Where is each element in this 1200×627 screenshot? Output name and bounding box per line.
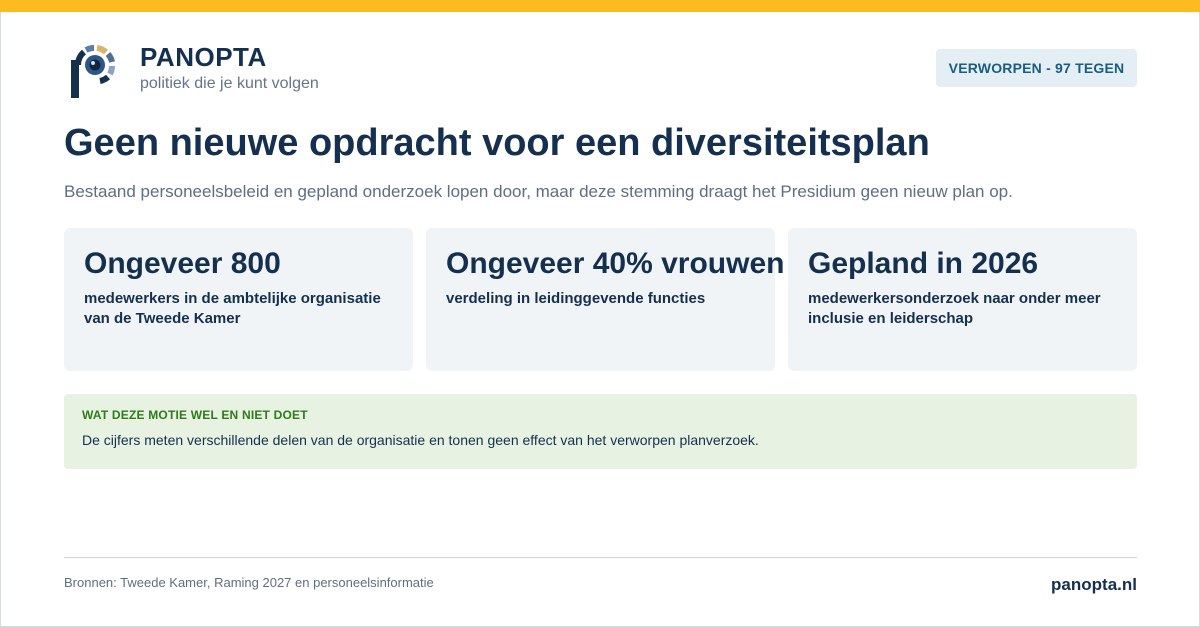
footer-divider [64,557,1137,558]
panopta-eye-logo-icon [71,45,115,98]
brand-tagline: politiek die je kunt volgen [140,75,319,92]
note-text: De cijfers meten verschillende delen van… [82,432,759,448]
stat-description: verdeling in leidinggevende functies [446,290,706,307]
stat-value: Ongeveer 40% vrouwen [446,247,785,280]
stat-value: Ongeveer 800 [84,247,281,280]
stat-description: medewerkers in de ambtelijke organisatie… [84,290,381,327]
footer-sources: Bronnen: Tweede Kamer, Raming 2027 en pe… [64,575,434,590]
stat-value: Gepland in 2026 [808,247,1039,280]
motion-note-box: WAT DEZE MOTIE WEL EN NIET DOET De cijfe… [64,394,1137,469]
page-subtitle: Bestaand personeelsbeleid en gepland ond… [64,182,1013,201]
stat-description: medewerkersonderzoek naar onder meer inc… [808,290,1101,327]
stat-card-women-leadership: Ongeveer 40% vrouwen verdeling in leidin… [426,228,784,371]
brand-name: PANOPTA [140,42,267,72]
stat-card-employees: Ongeveer 800 medewerkers in de ambtelijk… [64,228,413,371]
stat-card-survey-2026: Gepland in 2026 medewerkersonderzoek naa… [788,228,1137,371]
footer-site-link[interactable]: panopta.nl [1051,575,1137,595]
page-title: Geen nieuwe opdracht voor een diversitei… [64,122,930,164]
top-accent-bar [0,0,1200,12]
status-badge: VERWORPEN - 97 TEGEN [936,49,1137,87]
note-label: WAT DEZE MOTIE WEL EN NIET DOET [82,408,308,422]
